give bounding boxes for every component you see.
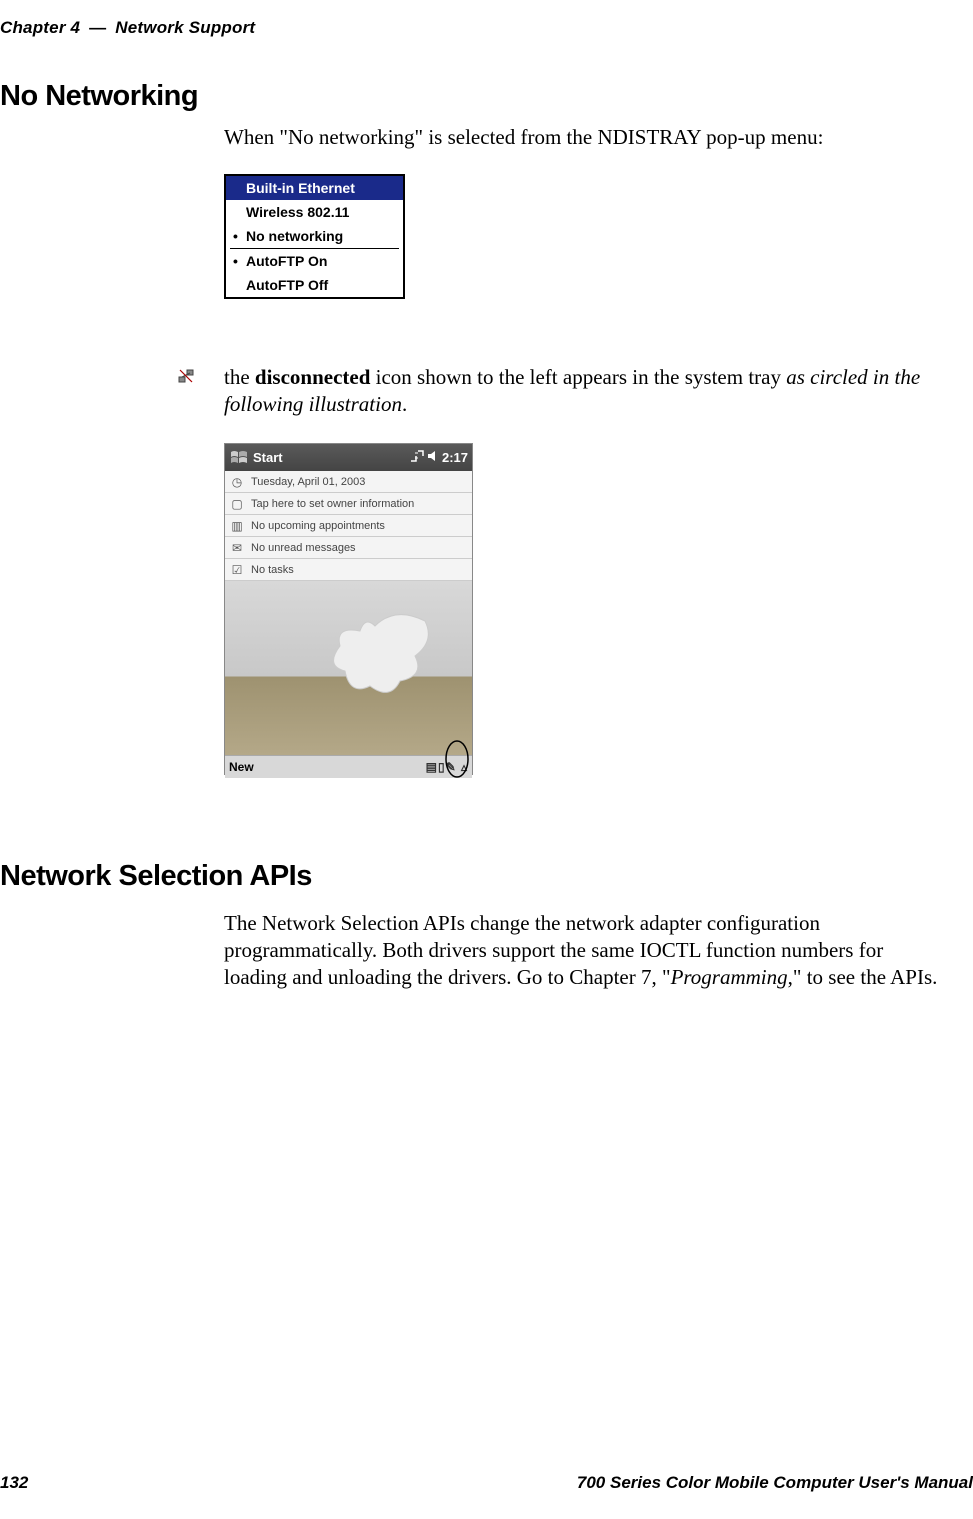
menu-item-label: Built-in Ethernet xyxy=(246,180,355,196)
book-title: 700 Series Color Mobile Computer User's … xyxy=(577,1473,973,1493)
mail-icon: ✉ xyxy=(229,540,245,556)
tasks-icon: ☑ xyxy=(229,562,245,578)
menu-item-label: AutoFTP On xyxy=(246,253,327,269)
page-footer: 132 700 Series Color Mobile Computer Use… xyxy=(0,1473,973,1493)
heading-no-networking: No Networking xyxy=(0,80,198,113)
row-text: No tasks xyxy=(251,564,294,576)
para2-italic: Programming xyxy=(671,965,788,989)
chapter-title: Network Support xyxy=(115,18,255,37)
menu-item-built-in-ethernet[interactable]: Built-in Ethernet xyxy=(226,176,403,200)
appointments-row[interactable]: ▥ No upcoming appointments xyxy=(225,515,472,537)
page-number: 132 xyxy=(0,1473,28,1493)
pda-titlebar-tray: 2:17 xyxy=(410,450,468,465)
pda-titlebar: Start 2:17 xyxy=(225,444,472,471)
para2-text2: ," to see the APIs. xyxy=(788,965,938,989)
speaker-icon[interactable] xyxy=(427,450,439,465)
pda-screenshot: Start 2:17 ◷ Tuesday, April 01, 2003 ▢ T… xyxy=(224,443,473,775)
menu-item-label: No networking xyxy=(246,228,343,244)
menu-item-wireless-80211[interactable]: Wireless 802.11 xyxy=(226,200,403,224)
disconnected-icon xyxy=(178,368,194,384)
taskbar-new-button[interactable]: New xyxy=(229,760,254,774)
owner-info-row[interactable]: ▢ Tap here to set owner information xyxy=(225,493,472,515)
calendar-icon: ▥ xyxy=(229,518,245,534)
pda-start-label[interactable]: Start xyxy=(253,450,283,465)
network-selection-paragraph: The Network Selection APIs change the ne… xyxy=(224,910,944,991)
pda-wallpaper xyxy=(225,581,472,755)
menu-item-no-networking[interactable]: No networking xyxy=(226,224,403,248)
tasks-row[interactable]: ☑ No tasks xyxy=(225,559,472,581)
menu-item-label: Wireless 802.11 xyxy=(246,204,349,220)
text-pre: the xyxy=(224,365,255,389)
chapter-label: Chapter 4 xyxy=(0,18,80,37)
today-date-row[interactable]: ◷ Tuesday, April 01, 2003 xyxy=(225,471,472,493)
row-text: No unread messages xyxy=(251,542,356,554)
intro-paragraph: When "No networking" is selected from th… xyxy=(224,124,944,151)
connectivity-icon[interactable] xyxy=(410,450,424,465)
heading-network-selection-apis: Network Selection APIs xyxy=(0,860,312,893)
pda-clock-time[interactable]: 2:17 xyxy=(442,450,468,465)
clock-icon: ◷ xyxy=(229,474,245,490)
running-head-dash: — xyxy=(85,18,110,37)
text-mid: icon shown to the left appears in the sy… xyxy=(370,365,786,389)
pda-taskbar: New ▤▯✎ ▵ xyxy=(225,755,472,778)
text-post: . xyxy=(402,392,407,416)
owner-icon: ▢ xyxy=(229,496,245,512)
messages-row[interactable]: ✉ No unread messages xyxy=(225,537,472,559)
running-head: Chapter 4 — Network Support xyxy=(0,18,255,38)
ndistray-popup-menu: Built-in Ethernet Wireless 802.11 No net… xyxy=(224,174,405,299)
menu-item-label: AutoFTP Off xyxy=(246,277,328,293)
row-text: Tuesday, April 01, 2003 xyxy=(251,476,365,488)
menu-item-autoftp-on[interactable]: AutoFTP On xyxy=(226,249,403,273)
taskbar-tray-icons[interactable]: ▤▯✎ ▵ xyxy=(426,760,468,774)
disconnected-icon-paragraph: the disconnected icon shown to the left … xyxy=(224,364,948,418)
row-text: No upcoming appointments xyxy=(251,520,385,532)
text-bold: disconnected xyxy=(255,365,371,389)
windows-flag-icon xyxy=(229,448,249,468)
row-text: Tap here to set owner information xyxy=(251,498,414,510)
menu-item-autoftp-off[interactable]: AutoFTP Off xyxy=(226,273,403,297)
